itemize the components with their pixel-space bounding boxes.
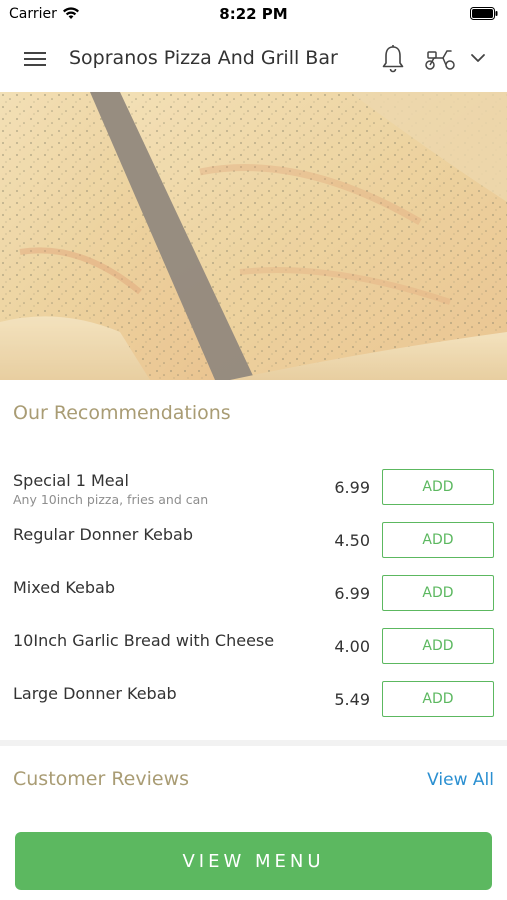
- status-bar: Carrier 8:22 PM: [0, 0, 507, 28]
- bell-icon[interactable]: [381, 44, 405, 74]
- item-name: Special 1 Meal: [13, 471, 129, 490]
- item-price: 6.99: [334, 584, 370, 603]
- list-item: Mixed Kebab 6.99 ADD: [0, 575, 507, 625]
- reviews-title: Customer Reviews: [13, 768, 190, 790]
- add-button[interactable]: ADD: [382, 628, 494, 664]
- battery-icon: [470, 7, 498, 20]
- list-item: Regular Donner Kebab 4.50 ADD: [0, 522, 507, 572]
- list-item: Special 1 Meal Any 10inch pizza, fries a…: [0, 469, 507, 519]
- item-name: Large Donner Kebab: [13, 684, 177, 703]
- section-divider: [0, 740, 507, 746]
- add-button[interactable]: ADD: [382, 522, 494, 558]
- item-name: Mixed Kebab: [13, 578, 115, 597]
- list-item: 10Inch Garlic Bread with Cheese 4.00 ADD: [0, 628, 507, 678]
- view-menu-button[interactable]: VIEW MENU: [15, 832, 492, 890]
- recommendations-title: Our Recommendations: [13, 402, 231, 424]
- item-name: Regular Donner Kebab: [13, 525, 194, 544]
- scooter-icon[interactable]: [424, 46, 456, 72]
- item-price: 5.49: [334, 690, 370, 709]
- list-item: Large Donner Kebab 5.49 ADD: [0, 681, 507, 731]
- add-button[interactable]: ADD: [382, 575, 494, 611]
- item-description: Any 10inch pizza, fries and can: [13, 492, 209, 507]
- pizza-photo: [0, 92, 507, 380]
- item-price: 6.99: [334, 478, 370, 497]
- nav-bar: Sopranos Pizza And Grill Bar: [0, 28, 507, 92]
- view-all-link[interactable]: View All: [427, 770, 494, 790]
- add-button[interactable]: ADD: [382, 469, 494, 505]
- item-price: 4.00: [334, 637, 370, 656]
- item-name: 10Inch Garlic Bread with Cheese: [13, 631, 275, 650]
- page-title: Sopranos Pizza And Grill Bar: [69, 47, 338, 69]
- hero-image: [0, 92, 507, 380]
- status-time: 8:22 PM: [219, 5, 288, 23]
- menu-icon[interactable]: [24, 49, 46, 69]
- chevron-down-icon[interactable]: [470, 52, 486, 64]
- add-button[interactable]: ADD: [382, 681, 494, 717]
- item-price: 4.50: [334, 531, 370, 550]
